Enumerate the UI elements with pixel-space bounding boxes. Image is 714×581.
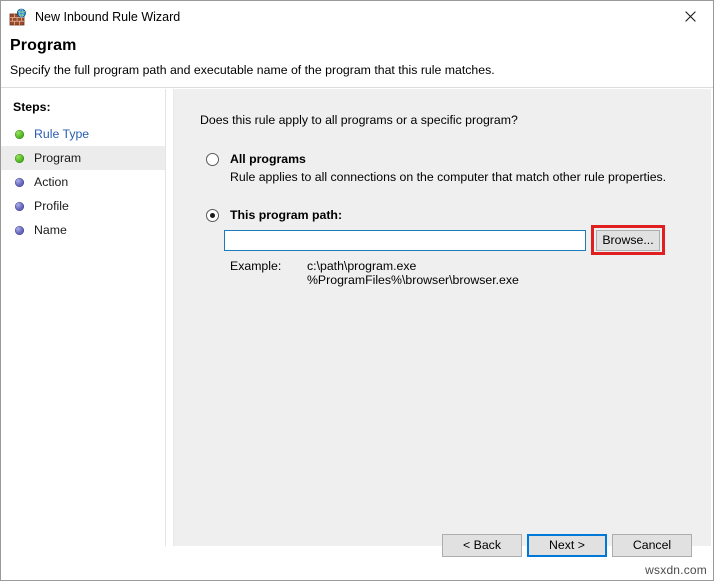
browse-button[interactable]: Browse... — [596, 230, 660, 251]
sidebar-item-rule-type[interactable]: Rule Type — [1, 122, 165, 146]
sidebar-item-label: Rule Type — [34, 127, 89, 141]
sidebar-item-program[interactable]: Program — [1, 146, 165, 170]
step-bullet-done-icon — [15, 130, 24, 139]
example-label: Example: — [230, 259, 281, 273]
radio-this-program-path[interactable]: This program path: — [206, 208, 342, 223]
example-path-1: c:\path\program.exe — [307, 259, 519, 273]
radio-this-program-path-label: This program path: — [230, 208, 342, 223]
wizard-body: Steps: Rule Type Program Action Profile — [1, 89, 713, 580]
title-bar: New Inbound Rule Wizard — [1, 1, 713, 32]
sidebar-item-profile[interactable]: Profile — [1, 194, 165, 218]
firewall-brick-globe-icon — [9, 8, 27, 26]
wizard-window: New Inbound Rule Wizard Program Specify … — [0, 0, 714, 581]
step-bullet-pending-icon — [15, 202, 24, 211]
question-text: Does this rule apply to all programs or … — [200, 113, 518, 127]
radio-button-selected-icon[interactable] — [206, 209, 219, 222]
radio-all-programs-label: All programs — [230, 152, 306, 167]
next-button[interactable]: Next > — [527, 534, 607, 557]
wizard-header: Program Specify the full program path an… — [1, 32, 713, 88]
steps-sidebar: Steps: Rule Type Program Action Profile — [1, 89, 166, 546]
sidebar-item-label: Profile — [34, 199, 69, 213]
page-subtitle: Specify the full program path and execut… — [10, 63, 495, 77]
radio-all-programs-description: Rule applies to all connections on the c… — [230, 170, 666, 184]
content-panel: Does this rule apply to all programs or … — [173, 89, 711, 546]
radio-all-programs[interactable]: All programs — [206, 152, 306, 167]
example-path-2: %ProgramFiles%\browser\browser.exe — [307, 273, 519, 287]
radio-button-icon[interactable] — [206, 153, 219, 166]
example-values: c:\path\program.exe %ProgramFiles%\brows… — [307, 259, 519, 287]
sidebar-item-label: Program — [34, 151, 81, 165]
page-title: Program — [10, 37, 77, 55]
step-bullet-done-icon — [15, 154, 24, 163]
step-bullet-pending-icon — [15, 178, 24, 187]
program-path-input[interactable] — [224, 230, 586, 251]
steps-list: Rule Type Program Action Profile Name — [1, 122, 165, 242]
back-button[interactable]: < Back — [442, 534, 522, 557]
sidebar-item-label: Action — [34, 175, 68, 189]
steps-heading: Steps: — [13, 100, 51, 114]
step-bullet-pending-icon — [15, 226, 24, 235]
sidebar-item-name[interactable]: Name — [1, 218, 165, 242]
sidebar-item-label: Name — [34, 223, 67, 237]
sidebar-item-action[interactable]: Action — [1, 170, 165, 194]
cancel-button[interactable]: Cancel — [612, 534, 692, 557]
watermark: wsxdn.com — [645, 563, 707, 577]
window-title: New Inbound Rule Wizard — [35, 10, 180, 24]
close-icon[interactable] — [667, 1, 713, 31]
